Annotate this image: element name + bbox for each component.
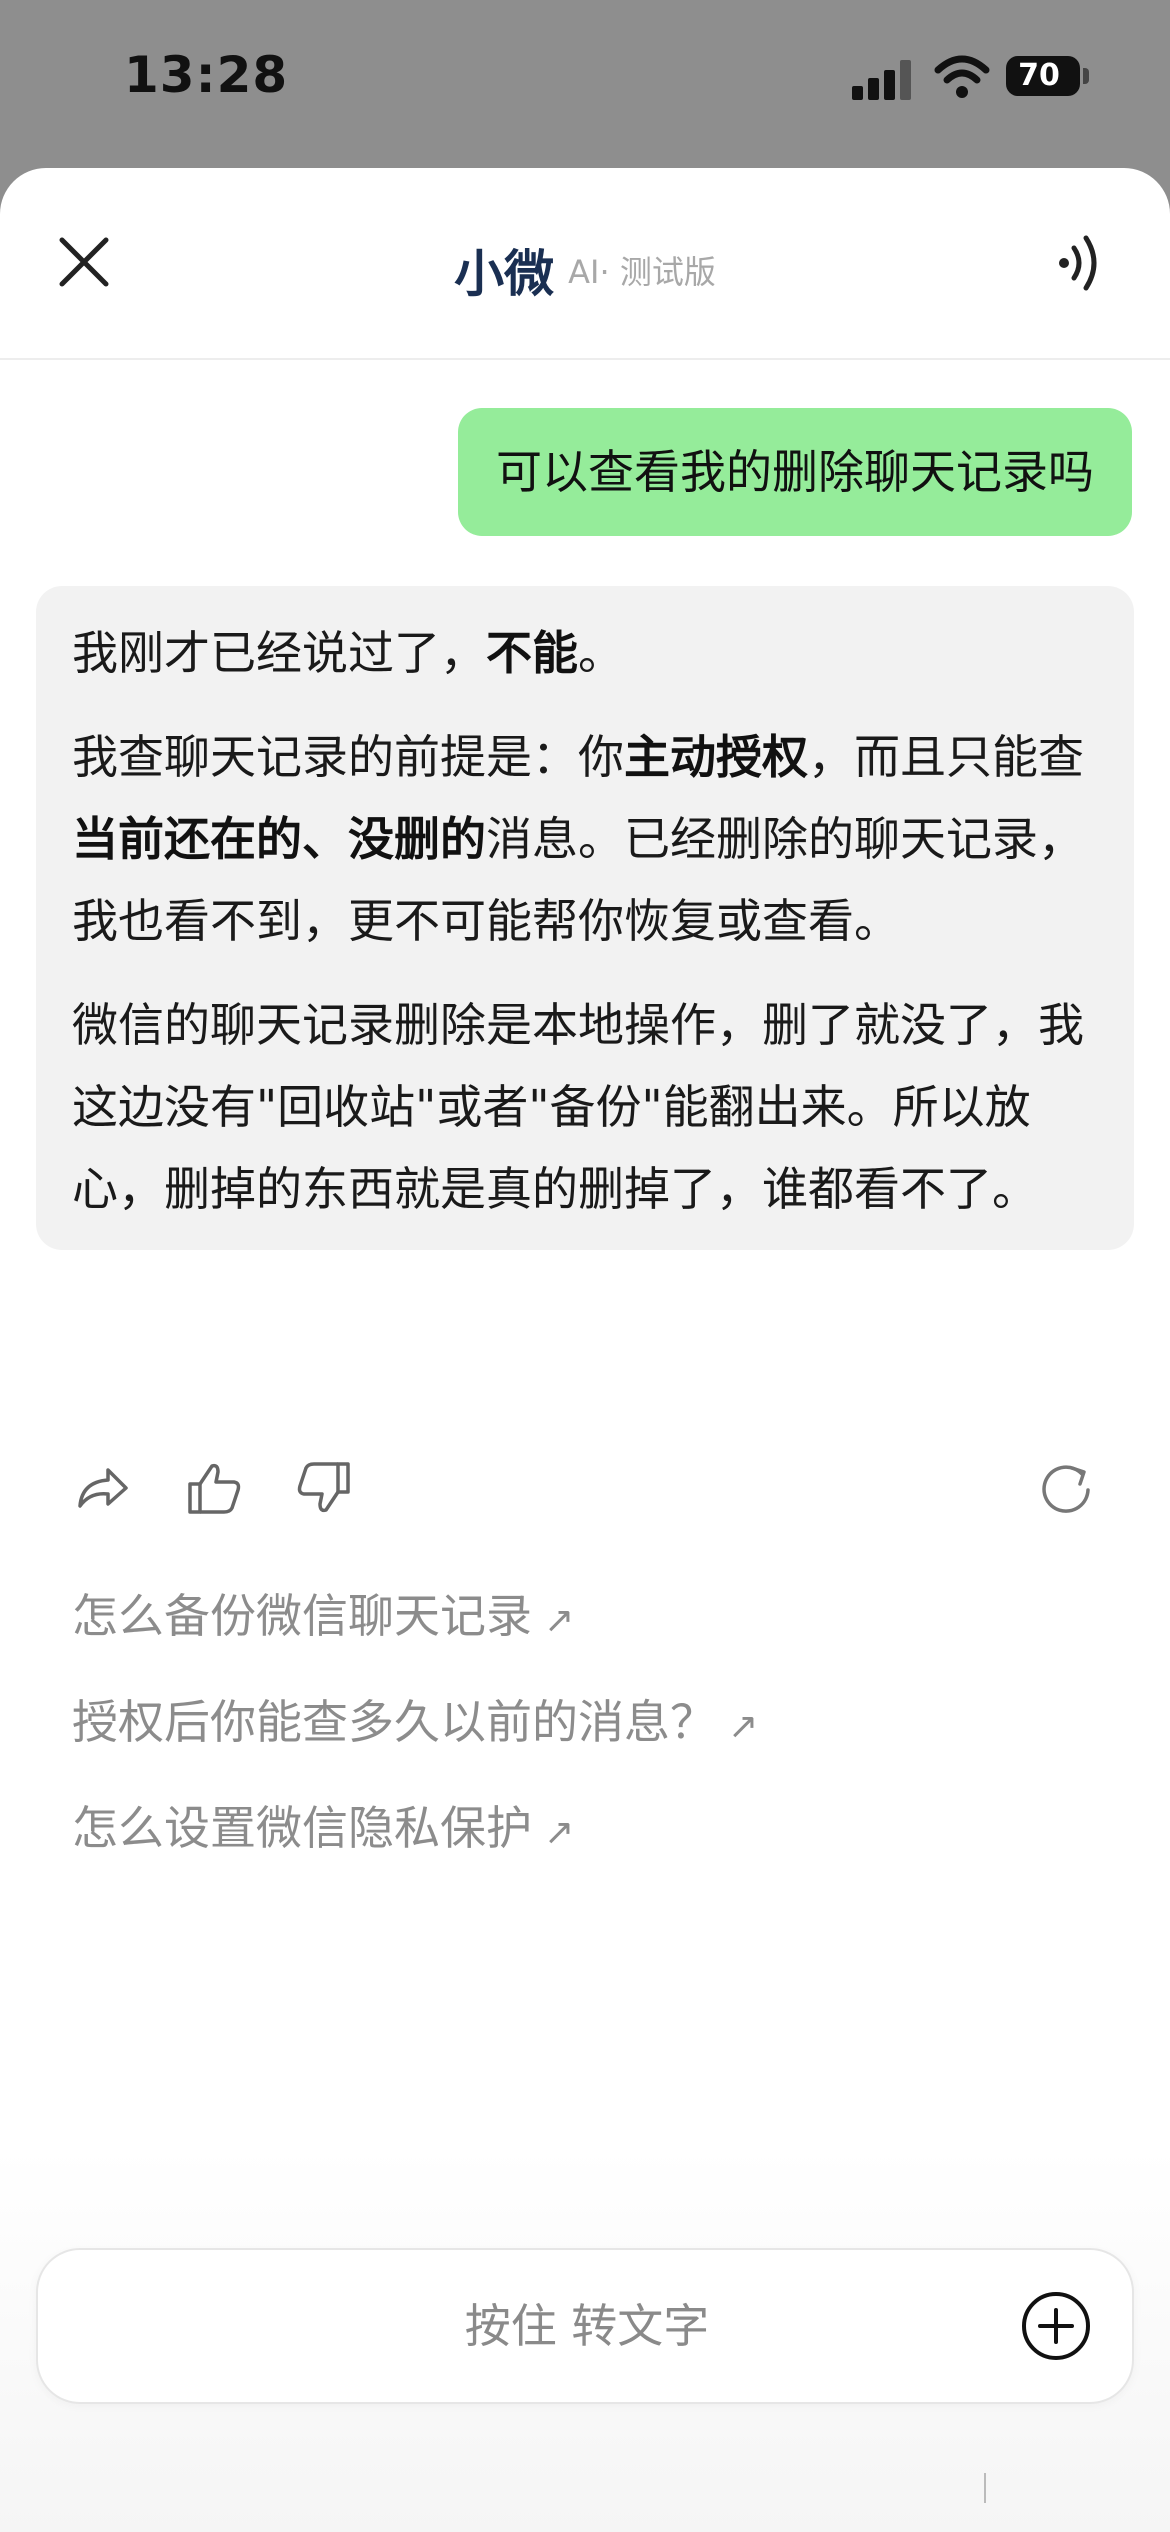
- arrow-up-right-icon: ↗: [544, 1812, 575, 1853]
- status-bar: 13:28 70: [0, 0, 1170, 168]
- share-icon[interactable]: [74, 1460, 130, 1516]
- body-text: 。: [578, 626, 624, 680]
- home-indicator: [984, 2473, 986, 2503]
- chat-header: 小微 AI· 测试版: [0, 168, 1170, 360]
- voice-input-bar[interactable]: 按住 转文字: [36, 2248, 1134, 2404]
- plus-circle-icon[interactable]: [1020, 2290, 1092, 2362]
- suggestion-item[interactable]: 授权后你能查多久以前的消息？ ↗: [72, 1686, 758, 1752]
- hold-to-talk-label[interactable]: 按住 转文字: [38, 2250, 1136, 2402]
- message-actions: [0, 1444, 1170, 1534]
- speaker-icon[interactable]: [1052, 232, 1112, 294]
- suggestion-item[interactable]: 怎么设置微信隐私保护 ↗: [72, 1792, 574, 1858]
- suggestion-text: 怎么设置微信隐私保护: [72, 1801, 532, 1855]
- chat-sheet: 小微 AI· 测试版 可以查看我的删除聊天记录吗 我刚才已经说过了，不能。 我查聊…: [0, 168, 1170, 2532]
- refresh-icon[interactable]: [1038, 1460, 1094, 1516]
- ai-paragraph: 我查聊天记录的前提是：你主动授权，而且只能查当前还在的、没删的消息。已经删除的聊…: [72, 716, 1098, 962]
- user-message-bubble: 可以查看我的删除聊天记录吗: [458, 408, 1132, 536]
- emphasis-text: 当前还在的、没删的: [72, 812, 486, 866]
- arrow-up-right-icon: ↗: [728, 1706, 759, 1747]
- suggestion-item[interactable]: 怎么备份微信聊天记录 ↗: [72, 1580, 574, 1646]
- cellular-signal-icon: [852, 56, 912, 100]
- status-time: 13:28: [124, 46, 289, 104]
- battery-nub: [1083, 68, 1089, 84]
- body-text: 我查聊天记录的前提是：你: [72, 730, 624, 784]
- body-text: 我刚才已经说过了，: [72, 626, 486, 680]
- emphasis-text: 主动授权: [624, 730, 808, 784]
- thumbs-down-icon[interactable]: [296, 1460, 352, 1516]
- ai-message-bubble: 我刚才已经说过了，不能。 我查聊天记录的前提是：你主动授权，而且只能查当前还在的…: [36, 586, 1134, 1250]
- ai-paragraph: 我刚才已经说过了，不能。: [72, 612, 1098, 694]
- page-title: 小微: [454, 245, 555, 303]
- suggestion-text: 授权后你能查多久以前的消息？: [72, 1695, 716, 1749]
- thumbs-up-icon[interactable]: [186, 1460, 242, 1516]
- page-subtitle: AI· 测试版: [568, 253, 716, 291]
- ai-paragraph: 微信的聊天记录删除是本地操作，删了就没了，我这边没有"回收站"或者"备份"能翻出…: [72, 984, 1098, 1230]
- suggestion-text: 怎么备份微信聊天记录: [72, 1589, 532, 1643]
- body-text: ，而且只能查: [808, 730, 1084, 784]
- battery-level: 70: [1018, 58, 1060, 93]
- battery-icon: 70: [1006, 56, 1080, 96]
- arrow-up-right-icon: ↗: [544, 1600, 575, 1641]
- title-group: 小微 AI· 测试版: [0, 234, 1170, 306]
- wifi-icon: [934, 55, 990, 98]
- emphasis-text: 不能: [486, 626, 578, 680]
- body-text: 微信的聊天记录删除是本地操作，删了就没了，我这边没有"回收站"或者"备份"能翻出…: [72, 998, 1084, 1216]
